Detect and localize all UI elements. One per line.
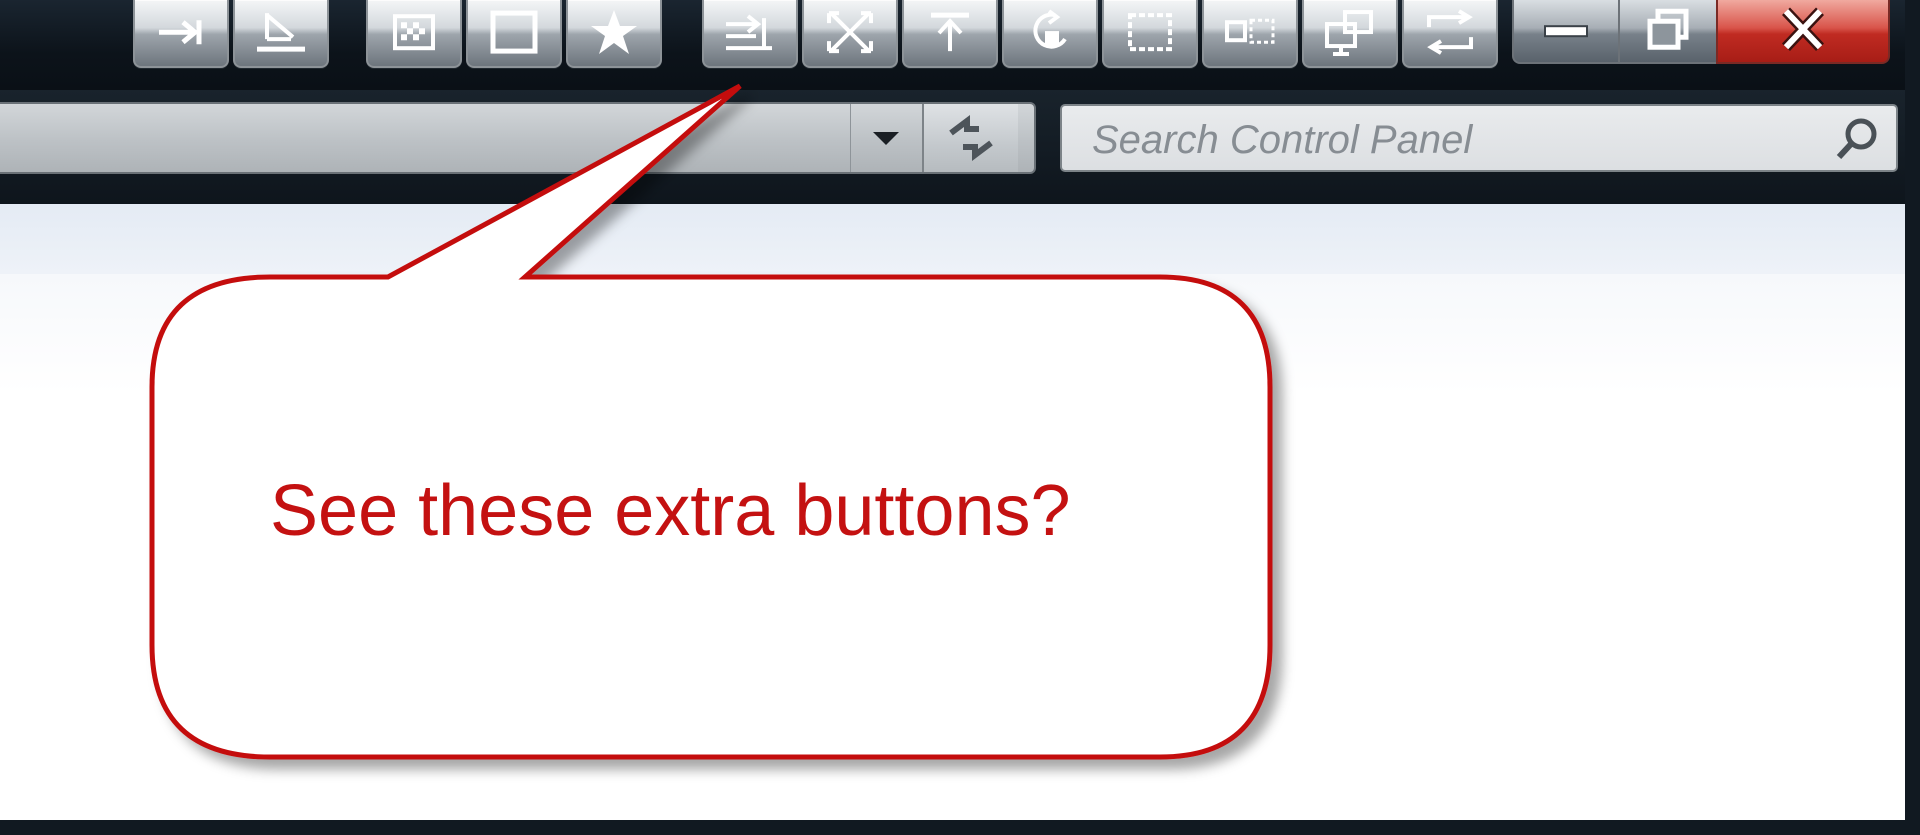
refresh-button[interactable] — [922, 104, 1018, 172]
search-icon[interactable] — [1834, 116, 1880, 162]
chevron-down-icon — [873, 132, 899, 145]
copy-window-button[interactable] — [1402, 0, 1498, 68]
pin-arrow-button[interactable] — [133, 0, 229, 68]
search-box[interactable]: Search Control Panel — [1060, 104, 1898, 172]
minimize-button[interactable] — [1512, 0, 1620, 64]
navigation-bar: Search Control Panel — [0, 90, 1920, 204]
address-history-dropdown[interactable] — [850, 104, 921, 172]
resize-window-button[interactable] — [466, 0, 562, 68]
expand-window-button[interactable] — [802, 0, 898, 68]
always-on-top-button[interactable] — [902, 0, 998, 68]
address-bar[interactable] — [0, 102, 1036, 174]
minimize-to-tray-icon — [1128, 13, 1172, 52]
content-fade — [0, 274, 1905, 394]
roll-up-icon — [1033, 9, 1067, 49]
window-bottom-edge — [0, 820, 1920, 835]
window-right-edge — [1905, 0, 1920, 835]
refresh-icon — [949, 115, 993, 161]
restore-button[interactable] — [1618, 0, 1718, 64]
favorite-star-button[interactable] — [566, 0, 662, 68]
content-header-stripe — [0, 204, 1905, 274]
callout-text: See these extra buttons? — [270, 471, 1071, 551]
search-placeholder: Search Control Panel — [1092, 118, 1473, 162]
transparency-button[interactable] — [366, 0, 462, 68]
align-window-icon — [726, 14, 772, 51]
minimize-to-tray-button[interactable] — [1102, 0, 1198, 68]
pin-arrow-icon — [159, 20, 202, 45]
copy-window-icon — [1427, 9, 1473, 55]
align-window-button[interactable] — [702, 0, 798, 68]
send-to-back-icon — [257, 13, 305, 52]
always-on-top-icon — [931, 12, 969, 52]
expand-window-icon — [827, 11, 873, 54]
window-title-bar — [0, 0, 1920, 90]
transparency-icon — [393, 14, 435, 51]
send-to-back-button[interactable] — [233, 0, 329, 68]
close-icon — [1782, 7, 1824, 52]
close-button[interactable] — [1716, 0, 1890, 64]
small-window-button[interactable] — [1202, 0, 1298, 68]
move-to-monitor-icon — [1325, 10, 1373, 57]
resize-window-icon — [490, 10, 538, 54]
favorite-star-icon — [591, 10, 637, 55]
roll-up-button[interactable] — [1002, 0, 1098, 68]
move-to-monitor-button[interactable] — [1302, 0, 1398, 68]
minimize-icon — [1544, 25, 1588, 38]
restore-icon — [1647, 8, 1689, 50]
small-window-icon — [1225, 18, 1275, 44]
